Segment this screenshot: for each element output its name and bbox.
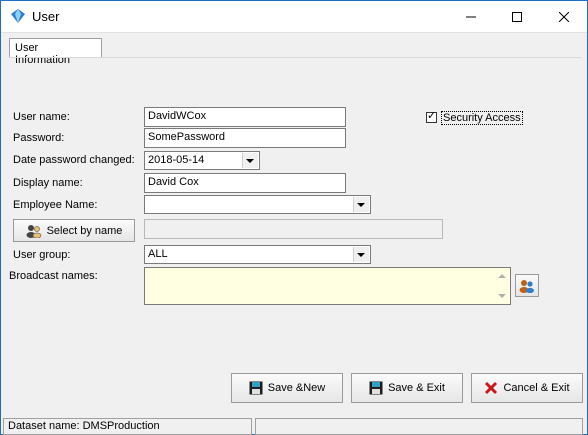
status-pane-secondary <box>255 418 583 435</box>
chevron-down-icon[interactable] <box>242 153 258 168</box>
broadcast-names-textarea[interactable] <box>144 267 511 305</box>
broadcast-names-value <box>145 268 510 272</box>
broadcast-names-picker-button[interactable] <box>515 274 539 297</box>
date-value: 2018-05-14 <box>148 154 205 166</box>
minimize-button[interactable] <box>448 1 494 32</box>
user-group-value: ALL <box>148 248 168 260</box>
floppy-disk-icon <box>369 381 383 395</box>
tab-user-information[interactable]: User Information <box>9 38 102 66</box>
chevron-down-icon[interactable] <box>353 247 369 262</box>
display-name-field[interactable]: David Cox <box>144 173 346 193</box>
users-icon <box>519 279 534 293</box>
password-field[interactable]: SomePassword <box>144 128 346 148</box>
user-group-select[interactable]: ALL <box>144 245 371 264</box>
scroll-down-icon[interactable] <box>498 294 506 298</box>
select-by-name-field <box>144 219 443 239</box>
date-password-changed-label: Date password changed: <box>13 154 135 166</box>
employee-name-label: Employee Name: <box>13 199 98 211</box>
close-icon <box>558 11 570 23</box>
select-by-name-label: Select by name <box>46 224 123 237</box>
minimize-icon <box>466 16 476 18</box>
close-button[interactable] <box>541 1 587 32</box>
save-exit-label: Save & Exit <box>388 382 445 394</box>
maximize-icon <box>512 12 522 23</box>
title-bar[interactable]: User <box>1 1 587 33</box>
chevron-down-icon[interactable] <box>353 197 369 212</box>
user-group-label: User group: <box>13 249 71 261</box>
broadcast-names-label: Broadcast names: <box>9 270 98 282</box>
user-name-field[interactable]: DavidWCox <box>144 107 346 127</box>
display-name-label: Display name: <box>13 177 83 189</box>
password-label: Password: <box>13 132 65 144</box>
textarea-scrollbar[interactable] <box>494 268 510 304</box>
cancel-exit-label: Cancel & Exit <box>503 382 570 394</box>
red-x-icon <box>485 381 498 395</box>
users-icon <box>26 224 41 238</box>
save-exit-button[interactable]: Save & Exit <box>351 373 463 403</box>
employee-name-select[interactable] <box>144 195 371 214</box>
user-name-label: User name: <box>13 111 70 123</box>
diamond-app-icon <box>11 9 25 23</box>
security-access-checkbox[interactable] <box>426 109 437 123</box>
user-window: User User Information User name: Passwor… <box>0 0 588 435</box>
window-title: User <box>32 9 60 24</box>
save-new-label: Save &New <box>267 382 326 394</box>
status-bar: Dataset name: DMSProduction <box>1 417 587 435</box>
cancel-exit-button[interactable]: Cancel & Exit <box>471 373 583 403</box>
tab-divider <box>9 57 581 58</box>
select-by-name-button[interactable]: Select by name <box>13 219 135 242</box>
security-access-label[interactable]: Security Access <box>441 111 523 125</box>
floppy-disk-icon <box>249 381 263 395</box>
date-password-changed-picker[interactable]: 2018-05-14 <box>144 151 260 170</box>
maximize-button[interactable] <box>494 1 540 32</box>
scroll-up-icon[interactable] <box>498 274 506 278</box>
save-new-button[interactable]: Save &New <box>231 373 343 403</box>
dataset-name-status: Dataset name: DMSProduction <box>3 418 252 435</box>
